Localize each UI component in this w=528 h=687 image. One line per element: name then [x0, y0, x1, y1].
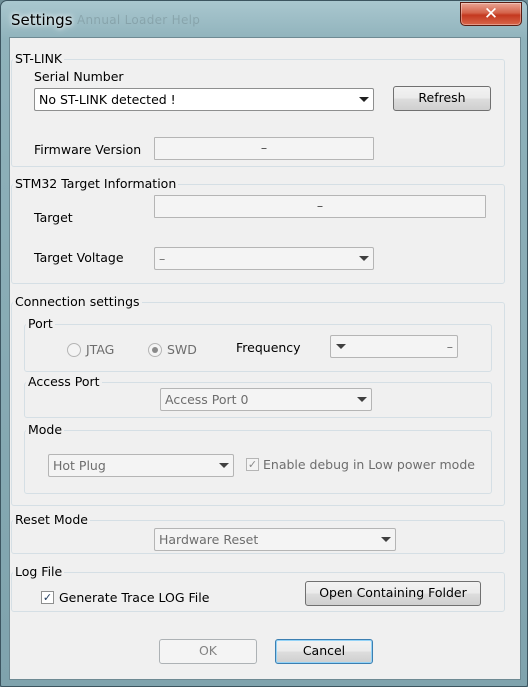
checkmark-icon: ✓ — [42, 591, 53, 604]
jtag-label: JTAG — [86, 342, 115, 357]
low-power-checkbox[interactable]: ✓ — [246, 458, 259, 471]
reset-mode-group-title: Reset Mode — [13, 512, 90, 527]
mode-group-title: Mode — [26, 422, 65, 437]
window-title: Settings — [11, 11, 73, 29]
dialog-body: ST-LINK Serial Number No ST-LINK detecte… — [9, 37, 521, 680]
frequency-label: Frequency — [236, 340, 301, 355]
connection-settings-group-title: Connection settings — [13, 294, 142, 309]
cancel-button[interactable]: Cancel — [275, 639, 373, 664]
settings-window: Settings Annual Loader Help ✕ ST-LINK Se… — [0, 0, 528, 687]
access-port-select[interactable]: Access Port 0 — [160, 388, 372, 411]
open-containing-folder-button[interactable]: Open Containing Folder — [305, 581, 481, 606]
target-voltage-select[interactable]: – — [154, 247, 374, 270]
target-voltage-label: Target Voltage — [34, 250, 124, 265]
reset-mode-select[interactable]: Hardware Reset — [154, 528, 396, 551]
refresh-button[interactable]: Refresh — [393, 86, 491, 111]
mode-value: Hot Plug — [53, 458, 106, 473]
chevron-down-icon — [357, 397, 367, 402]
firmware-version-label: Firmware Version — [34, 142, 142, 157]
ok-button[interactable]: OK — [159, 639, 257, 664]
radio-selected-dot-icon — [152, 347, 158, 353]
reset-mode-value: Hardware Reset — [159, 532, 259, 547]
target-label: Target — [34, 210, 73, 225]
close-x-icon: ✕ — [483, 4, 499, 24]
low-power-label: Enable debug in Low power mode — [263, 457, 475, 472]
generate-log-checkbox[interactable]: ✓ — [41, 591, 54, 604]
chevron-down-icon — [381, 537, 391, 542]
serial-number-value: No ST-LINK detected ! — [39, 92, 176, 107]
generate-log-label: Generate Trace LOG File — [59, 590, 210, 605]
target-voltage-value: – — [159, 251, 166, 266]
swd-label: SWD — [167, 342, 197, 357]
mode-select[interactable]: Hot Plug — [48, 454, 234, 477]
jtag-radio[interactable] — [67, 343, 81, 357]
chevron-down-icon — [359, 97, 369, 102]
access-port-group-title: Access Port — [26, 374, 102, 389]
serial-number-select[interactable]: No ST-LINK detected ! — [34, 88, 374, 111]
access-port-value: Access Port 0 — [165, 392, 249, 407]
target-info-group-title: STM32 Target Information — [13, 176, 179, 191]
firmware-version-field: – — [154, 137, 374, 160]
title-bar[interactable]: Settings Annual Loader Help ✕ — [1, 1, 527, 37]
stlink-group-title: ST-LINK — [13, 51, 65, 66]
serial-number-label: Serial Number — [34, 69, 124, 84]
close-button[interactable]: ✕ — [460, 2, 522, 26]
port-group-title: Port — [26, 316, 55, 331]
swd-radio[interactable] — [148, 343, 162, 357]
frequency-select[interactable]: – — [330, 335, 458, 358]
background-menu-text: Annual Loader Help — [77, 13, 201, 27]
chevron-down-icon — [359, 256, 369, 261]
target-field: – — [154, 195, 486, 218]
frequency-value: – — [446, 339, 453, 354]
chevron-down-icon — [219, 463, 229, 468]
log-file-group-title: Log File — [13, 564, 65, 579]
chevron-down-icon — [336, 344, 346, 349]
checkmark-icon: ✓ — [247, 458, 258, 471]
